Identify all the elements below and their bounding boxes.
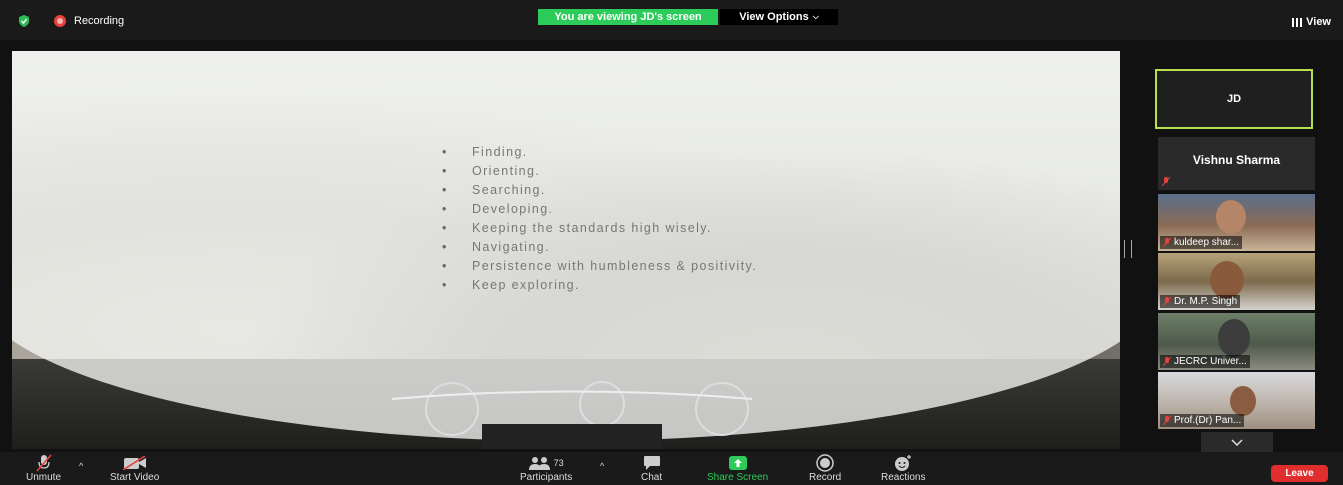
- list-item: • Searching.: [442, 183, 546, 197]
- participants-button[interactable]: 73 Participants: [520, 454, 572, 483]
- participant-tile[interactable]: Prof.(Dr) Pan...: [1158, 372, 1315, 429]
- start-video-button[interactable]: Start Video: [110, 454, 159, 483]
- active-speaker-tile[interactable]: JD: [1155, 69, 1313, 129]
- participant-video: [1230, 386, 1256, 416]
- share-screen-label: Share Screen: [707, 472, 769, 483]
- reactions-label: Reactions: [881, 472, 926, 483]
- participant-tile[interactable]: JECRC Univer...: [1158, 313, 1315, 370]
- list-item: • Keeping the standards high wisely.: [442, 221, 712, 235]
- mic-muted-icon: [1162, 177, 1170, 186]
- viewing-banner: You are viewing JD's screen: [538, 9, 718, 25]
- view-button[interactable]: View: [1292, 16, 1331, 28]
- record-icon: [816, 454, 834, 472]
- list-item: • Orienting.: [442, 164, 541, 178]
- grid-icon: [1292, 17, 1303, 27]
- video-off-icon: [122, 456, 146, 470]
- top-left-status: Recording: [18, 15, 124, 27]
- recording-icon: [54, 15, 66, 27]
- chevron-down-icon: ⌵: [812, 12, 819, 21]
- participant-video: [1218, 319, 1250, 357]
- motorcycle-image: [392, 381, 752, 449]
- record-label: Record: [809, 472, 842, 483]
- participant-name: Dr. M.P. Singh: [1174, 296, 1238, 307]
- shield-icon[interactable]: [18, 15, 30, 27]
- chat-label: Chat: [641, 472, 663, 483]
- chat-button[interactable]: Chat: [641, 454, 662, 483]
- participant-tile[interactable]: kuldeep shar...: [1158, 194, 1315, 251]
- share-screen-button[interactable]: Share Screen: [707, 454, 768, 483]
- reactions-icon: [895, 455, 912, 471]
- participants-options-caret[interactable]: ^: [600, 461, 604, 471]
- participant-video: [1210, 261, 1244, 299]
- recording-label: Recording: [74, 15, 125, 27]
- audio-options-caret[interactable]: ^: [79, 461, 83, 471]
- participant-label: Prof.(Dr) Pan...: [1160, 414, 1245, 427]
- list-item: • Persistence with humbleness & positivit…: [442, 259, 758, 273]
- mic-muted-icon: [1163, 416, 1171, 425]
- participant-label: JECRC Univer...: [1160, 355, 1250, 368]
- start-video-label: Start Video: [110, 472, 160, 483]
- mic-muted-icon: [1163, 238, 1171, 247]
- shared-screen: • Finding. • Orienting. • Searching. • Devel…: [12, 51, 1120, 449]
- list-item: • Keep exploring.: [442, 278, 580, 292]
- record-button[interactable]: Record: [809, 454, 841, 483]
- slide-bullet-list: • Finding. • Orienting. • Searching. • Devel…: [442, 143, 757, 295]
- view-options-label: View Options: [739, 11, 809, 23]
- bottom-toolbar: [0, 452, 1343, 485]
- leave-button[interactable]: Leave: [1271, 465, 1328, 482]
- participant-name: kuldeep shar...: [1174, 237, 1240, 248]
- active-speaker-name: JD: [1226, 93, 1242, 105]
- participant-name: Vishnu Sharma: [1192, 153, 1281, 167]
- reactions-button[interactable]: Reactions: [881, 454, 925, 483]
- mic-muted-icon: [1163, 297, 1171, 306]
- view-label: View: [1306, 16, 1331, 28]
- mic-muted-icon: [1163, 357, 1171, 366]
- share-screen-icon: [728, 456, 747, 470]
- unmute-button[interactable]: Unmute: [26, 454, 61, 483]
- view-options-button[interactable]: View Options ⌵: [720, 9, 838, 25]
- unmute-label: Unmute: [26, 472, 62, 483]
- mic-muted-icon: [35, 454, 52, 472]
- list-item: • Navigating.: [442, 240, 550, 254]
- participant-tile[interactable]: Vishnu Sharma: [1158, 137, 1315, 190]
- panel-resize-handle[interactable]: [1124, 240, 1132, 258]
- participant-label: kuldeep shar...: [1160, 236, 1243, 249]
- list-item: • Developing.: [442, 202, 554, 216]
- participants-count: 73: [553, 458, 564, 468]
- participant-name: Prof.(Dr) Pan...: [1174, 415, 1242, 426]
- chat-icon: [643, 456, 660, 470]
- participant-name: JECRC Univer...: [1174, 356, 1247, 367]
- chevron-down-icon: [1231, 438, 1243, 446]
- list-item: • Finding.: [442, 145, 528, 159]
- participant-tile[interactable]: Dr. M.P. Singh: [1158, 253, 1315, 310]
- scroll-down-button[interactable]: [1201, 432, 1273, 452]
- participant-label: Dr. M.P. Singh: [1160, 295, 1241, 308]
- participants-label: Participants: [520, 472, 573, 483]
- participant-video: [1216, 200, 1246, 234]
- participants-icon: [528, 457, 550, 470]
